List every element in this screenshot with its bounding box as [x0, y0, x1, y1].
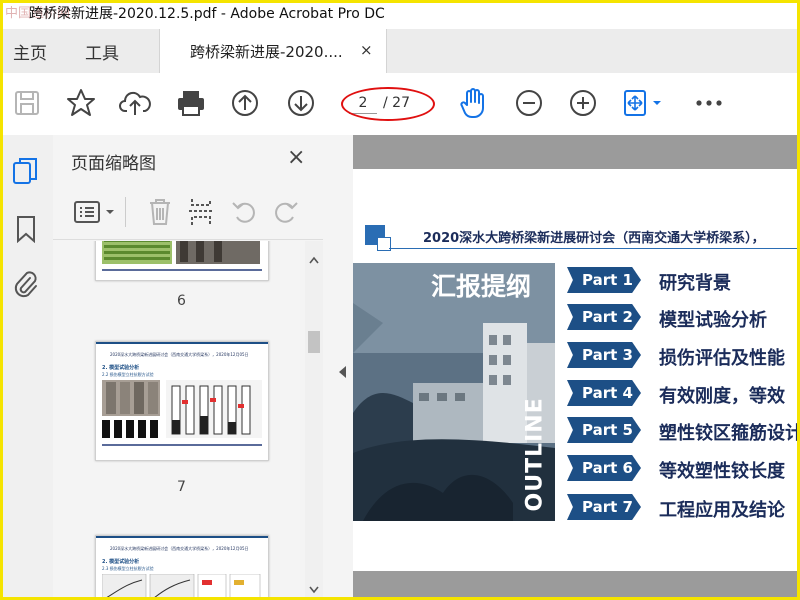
- print-icon[interactable]: [175, 87, 207, 119]
- outline-title: 汇报提纲: [431, 272, 532, 301]
- acrobat-window: 中国道桥网 跨桥梁新进展-2020.12.5.pdf - Adobe Acrob…: [3, 3, 797, 597]
- part-chip-4: Part 4: [567, 380, 641, 406]
- navigation-rail: [3, 135, 54, 597]
- bookmark-star-icon[interactable]: [65, 87, 97, 119]
- slide-header: 2020深水大跨桥梁新进展研讨会（西南交通大学桥梁系），: [423, 231, 765, 246]
- attachments-icon[interactable]: [13, 269, 39, 303]
- part-text-7: 工程应用及结论: [659, 500, 785, 521]
- thumb-caption-line: [102, 444, 262, 446]
- page-thumbnails-icon[interactable]: [12, 157, 40, 191]
- panel-close-icon[interactable]: ×: [287, 145, 305, 170]
- thumb-section: 2. 模型试验分析: [102, 559, 140, 565]
- rotate-ccw-icon[interactable]: [231, 199, 259, 229]
- scroll-down-icon[interactable]: [309, 579, 319, 597]
- part-chip-3: Part 3: [567, 342, 641, 368]
- toolbar-divider: [125, 197, 126, 227]
- part-text-2: 模型试验分析: [659, 310, 767, 331]
- outline-photo: 汇报提纲 OUTLINE: [353, 263, 555, 521]
- part-text-6: 等效塑性铰长度: [659, 461, 785, 482]
- thumb-header: 2020深水大跨桥梁新进展研讨会（西南交通大学桥梁系），2020年12月05日: [110, 546, 249, 551]
- document-view: 2020深水大跨桥梁新进展研讨会（西南交通大学桥梁系）， 汇报提纲 OUTLIN…: [353, 135, 797, 597]
- fit-page-icon[interactable]: [621, 87, 665, 119]
- thumb-rule: [96, 342, 268, 344]
- delete-page-icon[interactable]: [147, 197, 173, 231]
- part-chip-7: Part 7: [567, 494, 641, 520]
- panel-toolbar: [53, 185, 323, 240]
- thumb-figure: [102, 574, 261, 597]
- part-text-3: 损伤评估及性能: [659, 348, 785, 369]
- thumbnails-panel: 页面缩略图 × 6 2020深水大跨桥梁新进展研讨会（西南交通大学桥梁系），20…: [53, 135, 324, 597]
- thumbnail-options-icon[interactable]: [73, 199, 117, 229]
- thumb-subsection: 2.3 损伤模型立柱抗裂方试验: [102, 566, 154, 571]
- outline-vertical-wrap: OUTLINE: [521, 397, 551, 515]
- collapse-panel-icon[interactable]: [339, 363, 347, 382]
- panel-collapse-strip: [323, 135, 353, 597]
- part-text-4: 有效刚度，等效: [659, 386, 785, 407]
- thumbnail-page-7[interactable]: 2020深水大跨桥梁新进展研讨会（西南交通大学桥梁系），2020年12月05日 …: [95, 341, 269, 461]
- part-chip-5: Part 5: [567, 417, 641, 443]
- header-rule: [389, 248, 797, 249]
- toolbar: 2 / 27: [3, 73, 797, 136]
- hand-tool-icon[interactable]: [457, 87, 489, 119]
- pdf-page: 2020深水大跨桥梁新进展研讨会（西南交通大学桥梁系）， 汇报提纲 OUTLIN…: [353, 169, 797, 571]
- bookmarks-icon[interactable]: [15, 215, 37, 247]
- document-tab[interactable]: 跨桥梁新进展-2020.... ×: [159, 29, 387, 73]
- panel-title: 页面缩略图: [71, 154, 156, 174]
- page-down-icon[interactable]: [285, 87, 317, 119]
- crop-page-icon[interactable]: [187, 197, 215, 231]
- title-bar: 中国道桥网 跨桥梁新进展-2020.12.5.pdf - Adobe Acrob…: [3, 3, 797, 25]
- document-tab-label: 跨桥梁新进展-2020....: [190, 43, 343, 61]
- outline-vertical-text: OUTLINE: [522, 397, 548, 512]
- thumbnail-page-8[interactable]: 2020深水大跨桥梁新进展研讨会（西南交通大学桥梁系），2020年12月05日 …: [95, 535, 269, 597]
- part-chip-6: Part 6: [567, 455, 641, 481]
- more-icon[interactable]: [693, 87, 725, 119]
- thumbnail-page-number: 7: [177, 479, 186, 495]
- zoom-in-icon[interactable]: [567, 87, 599, 119]
- page-up-icon[interactable]: [229, 87, 261, 119]
- window-title: 跨桥梁新进展-2020.12.5.pdf - Adobe Acrobat Pro…: [29, 6, 385, 22]
- thumb-rule: [96, 536, 268, 538]
- thumb-figure: [102, 380, 262, 438]
- cloud-upload-icon[interactable]: [119, 87, 151, 119]
- part-chip-2: Part 2: [567, 304, 641, 330]
- close-tab-icon[interactable]: ×: [360, 41, 373, 59]
- scroll-up-icon[interactable]: [309, 249, 319, 268]
- menu-tools[interactable]: 工具: [85, 39, 119, 64]
- part-chip-1: Part 1: [567, 267, 641, 293]
- menu-home[interactable]: 主页: [13, 39, 47, 64]
- thumb-header: 2020深水大跨桥梁新进展研讨会（西南交通大学桥梁系），2020年12月05日: [110, 352, 249, 357]
- save-icon[interactable]: [11, 87, 43, 119]
- thumbnail-page-number: 6: [177, 293, 186, 309]
- thumbnail-page-6[interactable]: [95, 241, 269, 281]
- thumb-subsection: 2.2 损伤模型立柱抗裂方试验: [102, 372, 154, 377]
- part-text-1: 研究背景: [659, 273, 731, 294]
- part-text-5: 塑性铰区箍筋设计: [659, 423, 797, 444]
- red-highlight-ellipse: [341, 87, 435, 121]
- scrollbar-thumb[interactable]: [308, 331, 320, 353]
- zoom-out-icon[interactable]: [513, 87, 545, 119]
- thumbnails-scrollbar[interactable]: [305, 241, 323, 597]
- menu-bar: 主页 工具 跨桥梁新进展-2020.... ×: [3, 29, 797, 73]
- thumb-section: 2. 模型试验分析: [102, 365, 140, 371]
- rotate-cw-icon[interactable]: [271, 199, 299, 229]
- thumbnails-list: 6 2020深水大跨桥梁新进展研讨会（西南交通大学桥梁系），2020年12月05…: [53, 241, 305, 597]
